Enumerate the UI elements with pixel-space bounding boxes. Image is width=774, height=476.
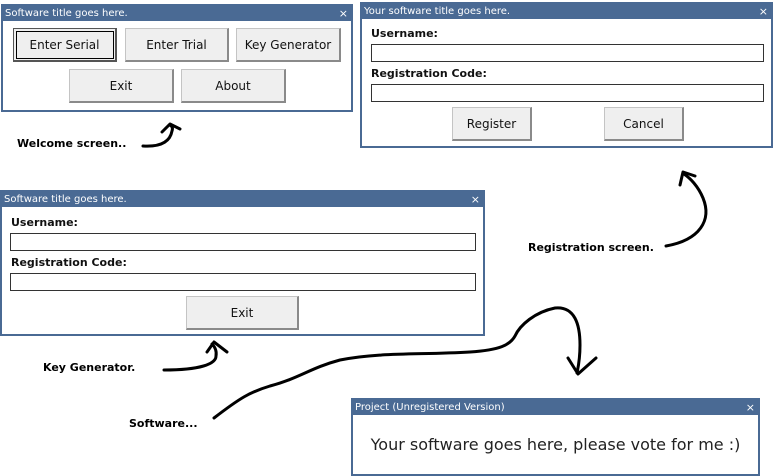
registration-window: Your software title goes here. × Usernam… xyxy=(360,2,773,148)
keygen-exit-button[interactable]: Exit xyxy=(186,296,299,330)
welcome-close-icon[interactable]: × xyxy=(339,6,348,21)
enter-serial-button[interactable]: Enter Serial xyxy=(13,28,117,62)
registration-username-input[interactable] xyxy=(371,44,764,62)
cancel-button[interactable]: Cancel xyxy=(604,107,684,141)
keygen-annotation: Key Generator. xyxy=(43,361,136,374)
register-button[interactable]: Register xyxy=(452,107,532,141)
registration-username-label: Username: xyxy=(371,27,438,40)
app-window: Project (Unregistered Version) × Your so… xyxy=(351,398,760,476)
key-generator-button[interactable]: Key Generator xyxy=(236,28,341,62)
keygen-username-label: Username: xyxy=(11,216,78,229)
registration-code-label: Registration Code: xyxy=(371,67,487,80)
welcome-titlebar: Software title goes here. × xyxy=(3,6,351,21)
keygen-titlebar: Software title goes here. × xyxy=(2,192,483,207)
about-button[interactable]: About xyxy=(181,69,286,103)
arrow-to-registration xyxy=(664,172,708,248)
welcome-window: Software title goes here. × Enter Serial… xyxy=(1,4,353,112)
enter-trial-button[interactable]: Enter Trial xyxy=(125,28,229,62)
exit-button[interactable]: Exit xyxy=(69,69,174,103)
welcome-title: Software title goes here. xyxy=(5,8,128,19)
keygen-code-input[interactable] xyxy=(10,273,476,291)
app-titlebar: Project (Unregistered Version) × xyxy=(353,400,758,415)
registration-annotation: Registration screen. xyxy=(528,241,654,254)
keygen-title: Software title goes here. xyxy=(4,194,127,205)
arrow-to-welcome xyxy=(141,123,174,148)
registration-title: Your software title goes here. xyxy=(364,6,511,17)
app-close-icon[interactable]: × xyxy=(746,400,755,415)
keygen-window: Software title goes here. × Username: Re… xyxy=(0,190,485,336)
keygen-close-icon[interactable]: × xyxy=(471,192,480,207)
app-title: Project (Unregistered Version) xyxy=(355,402,505,413)
keygen-code-label: Registration Code: xyxy=(11,256,127,269)
welcome-annotation: Welcome screen.. xyxy=(17,137,127,150)
registration-titlebar: Your software title goes here. × xyxy=(362,4,771,19)
registration-close-icon[interactable]: × xyxy=(759,4,768,19)
registration-code-input[interactable] xyxy=(371,84,764,102)
software-annotation: Software... xyxy=(129,417,198,430)
app-message: Your software goes here, please vote for… xyxy=(370,435,741,454)
keygen-username-input[interactable] xyxy=(10,233,476,251)
